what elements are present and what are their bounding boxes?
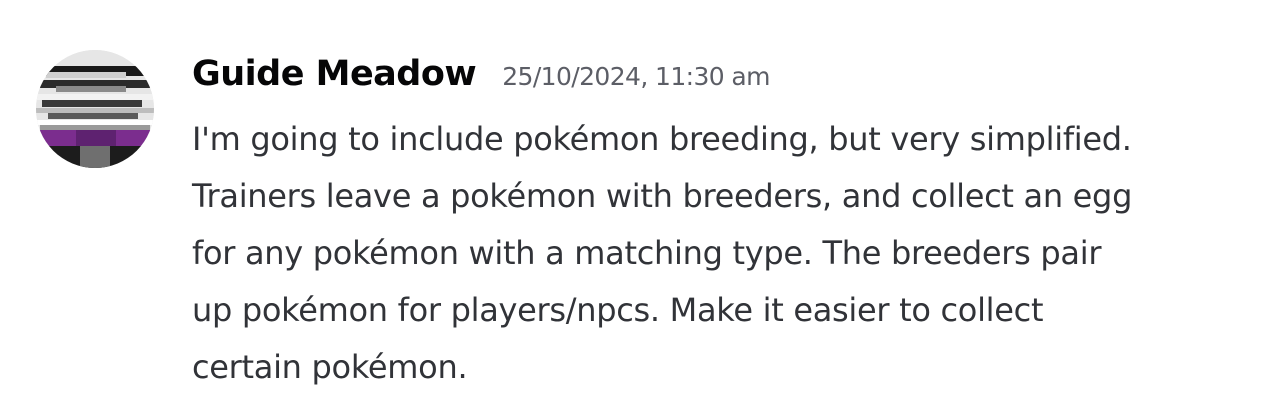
chat-message: Guide Meadow 25/10/2024, 11:30 am I'm go… <box>0 0 1284 409</box>
avatar-image <box>36 50 154 168</box>
message-line: up pokémon for players/npcs. Make it eas… <box>192 291 1044 329</box>
avatar[interactable] <box>36 50 154 168</box>
author-name[interactable]: Guide Meadow <box>192 54 477 94</box>
message-timestamp[interactable]: 25/10/2024, 11:30 am <box>502 62 770 91</box>
message-header: Guide Meadow 25/10/2024, 11:30 am <box>192 54 771 94</box>
message-content: I'm going to include pokémon breeding, b… <box>192 111 1272 396</box>
message-line: I'm going to include pokémon breeding, b… <box>192 120 1132 158</box>
message-line: certain pokémon. <box>192 348 468 386</box>
message-line: for any pokémon with a matching type. Th… <box>192 234 1102 272</box>
message-line: Trainers leave a pokémon with breeders, … <box>192 177 1133 215</box>
